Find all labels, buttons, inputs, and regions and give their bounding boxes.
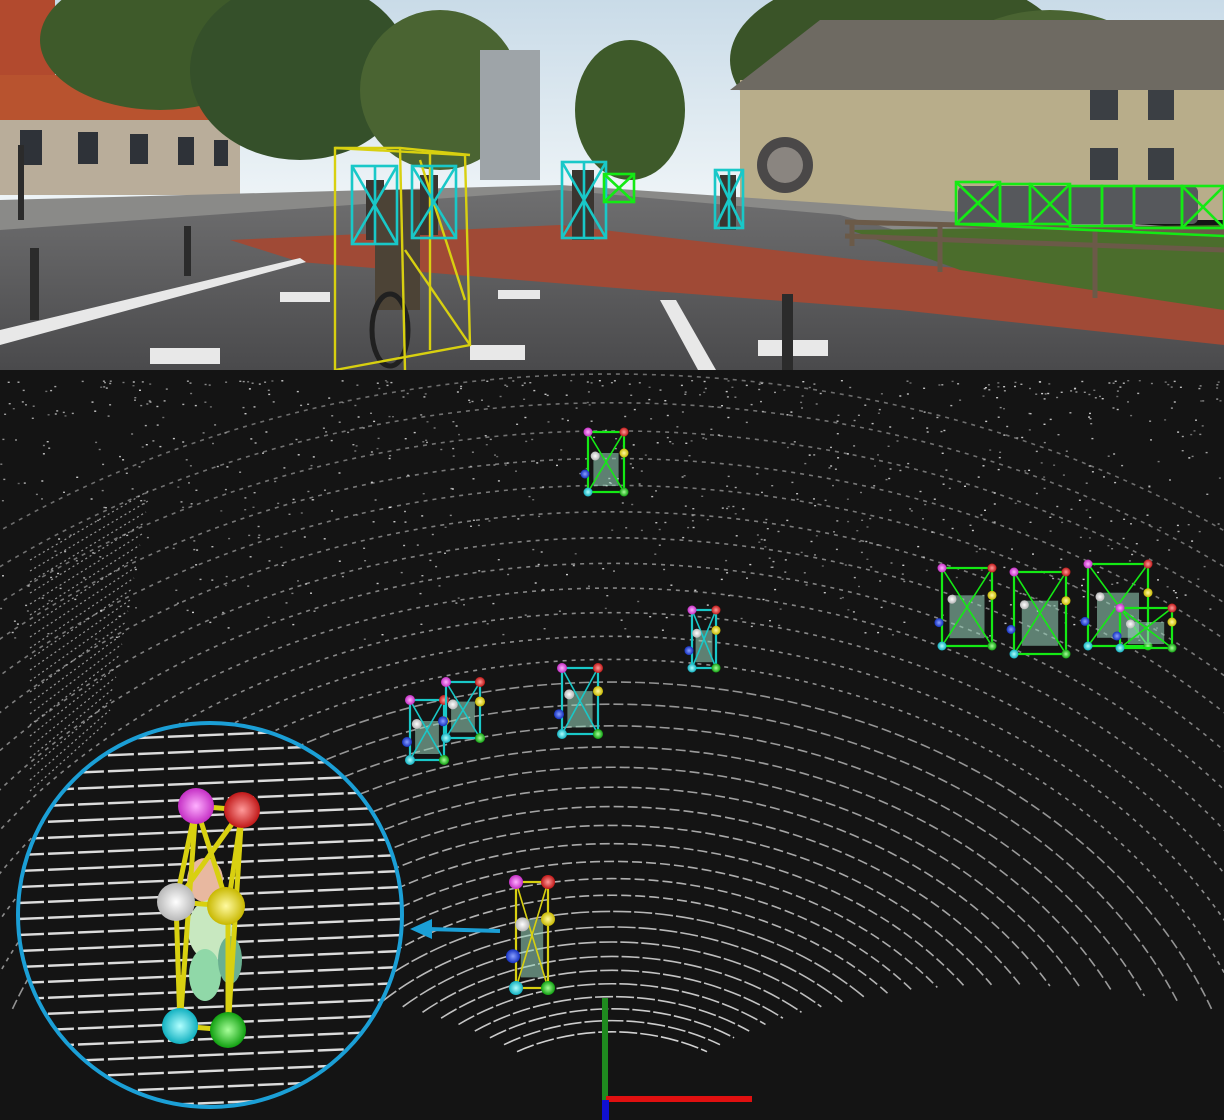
keypoint-sphere-icon [619, 487, 629, 497]
keypoint-sphere-icon [447, 699, 458, 710]
keypoint-sphere-icon [987, 590, 997, 600]
keypoint-sphere-icon [554, 709, 564, 720]
keypoint-sphere-icon [509, 875, 523, 889]
keypoint-sphere-icon [1083, 559, 1093, 569]
keypoint-sphere-icon [711, 605, 721, 615]
keypoint-sphere-icon [1006, 624, 1016, 634]
keypoint-sphere-icon [1009, 649, 1019, 659]
keypoint-sphere-icon [475, 733, 485, 743]
keypoint-sphere-icon [564, 689, 575, 700]
keypoint-sphere-icon [684, 646, 694, 656]
keypoint-sphere-icon [210, 1012, 246, 1048]
center-building [480, 50, 540, 180]
keypoint-sphere-icon [1112, 631, 1122, 641]
keypoint-sphere-icon [711, 663, 721, 673]
keypoint-sphere-icon [583, 487, 593, 497]
keypoint-sphere-icon [157, 883, 195, 921]
keypoint-sphere-icon [987, 641, 997, 651]
keypoint-sphere-icon [509, 981, 523, 995]
keypoint-sphere-icon [557, 663, 567, 673]
keypoint-sphere-icon [506, 949, 520, 964]
lidar-point-cloud-panel [0, 370, 1224, 1120]
keypoint-sphere-icon [687, 663, 697, 673]
keypoint-sphere-icon [590, 451, 600, 461]
keypoint-sphere-icon [441, 677, 451, 687]
keypoint-sphere-icon [515, 917, 530, 932]
keypoint-sphere-icon [1061, 596, 1071, 606]
keypoint-sphere-icon [207, 887, 245, 925]
keypoint-sphere-icon [934, 618, 944, 628]
keypoint-sphere-icon [541, 875, 555, 889]
keypoint-sphere-icon [439, 755, 449, 765]
keypoint-sphere-icon [1115, 643, 1125, 653]
keypoint-sphere-icon [619, 427, 629, 437]
keypoint-sphere-icon [593, 729, 603, 739]
keypoint-sphere-icon [1143, 588, 1153, 598]
keypoint-sphere-icon [593, 686, 603, 697]
keypoint-sphere-icon [541, 912, 555, 927]
keypoint-sphere-icon [1143, 559, 1153, 569]
keypoint-sphere-icon [439, 695, 449, 705]
keypoint-sphere-icon [1095, 592, 1105, 602]
keypoint-sphere-icon [541, 981, 555, 995]
keypoint-sphere-icon [1167, 603, 1177, 613]
keypoint-sphere-icon [1115, 603, 1125, 613]
keypoint-sphere-icon [557, 729, 567, 739]
keypoint-sphere-icon [987, 563, 997, 573]
keypoint-sphere-icon [441, 733, 451, 743]
keypoint-sphere-icon [1080, 616, 1090, 626]
keypoint-sphere-icon [593, 663, 603, 673]
keypoint-sphere-icon [692, 628, 702, 638]
keypoint-sphere-icon [475, 696, 485, 707]
keypoint-sphere-icon [475, 677, 485, 687]
keypoint-sphere-icon [1083, 641, 1093, 651]
keypoint-sphere-icon [937, 641, 947, 651]
camera-image-panel [0, 0, 1224, 370]
keypoint-sphere-icon [1167, 617, 1177, 627]
keypoint-sphere-icon [1061, 649, 1071, 659]
keypoint-sphere-icon [1125, 619, 1135, 629]
keypoint-sphere-icon [405, 695, 415, 705]
keypoint-sphere-icon [1167, 643, 1177, 653]
keypoint-sphere-icon [438, 716, 448, 727]
keypoint-sphere-icon [937, 563, 947, 573]
keypoint-sphere-icon [580, 469, 590, 479]
keypoint-sphere-icon [411, 719, 422, 729]
keypoint-sphere-icon [402, 737, 412, 747]
keypoint-sphere-icon [711, 625, 721, 635]
keypoint-sphere-icon [619, 448, 629, 458]
keypoint-sphere-icon [947, 594, 957, 604]
keypoint-sphere-icon [583, 427, 593, 437]
keypoint-sphere-icon [687, 605, 697, 615]
keypoint-sphere-icon [1019, 600, 1029, 610]
keypoint-sphere-icon [1009, 567, 1019, 577]
keypoint-sphere-icon [405, 755, 415, 765]
keypoint-sphere-icon [224, 792, 260, 828]
keypoint-sphere-icon [162, 1008, 198, 1044]
keypoint-sphere-icon [178, 788, 214, 824]
keypoint-sphere-icon [1061, 567, 1071, 577]
